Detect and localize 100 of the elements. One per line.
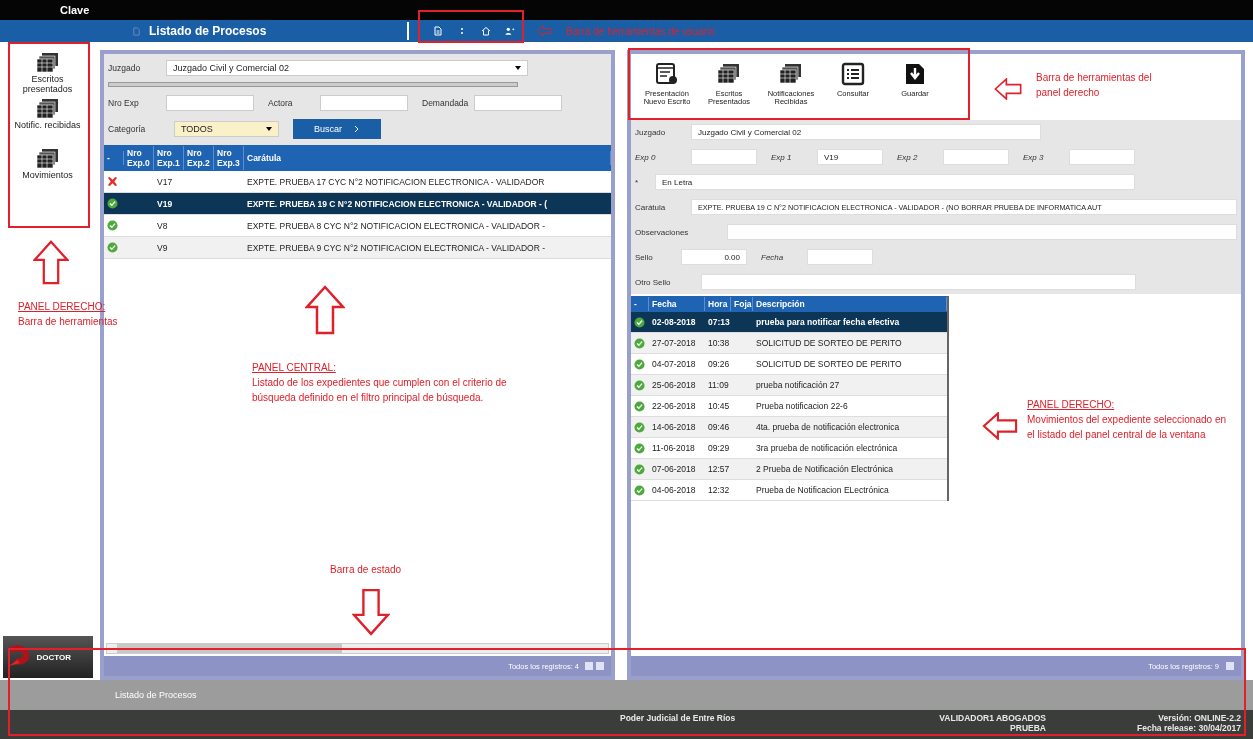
table-icon (35, 148, 60, 170)
table-cell-text: 12:32 (707, 485, 731, 495)
column-header[interactable]: - (631, 297, 649, 311)
field-label: Categoría (108, 124, 147, 134)
table-cell-text: 4ta. prueba de notificación electronica (755, 422, 901, 432)
annotation-heading: PANEL DERECHO: (1027, 398, 1115, 412)
column-header[interactable]: - (104, 151, 124, 165)
annotation-text: Barra de herramientas del panel derecho (1036, 71, 1153, 100)
table-icon (35, 98, 60, 120)
table-cell-text: 11-06-2018 (651, 443, 696, 453)
table-cell-text: 22-06-2018 (651, 401, 697, 411)
column-header[interactable]: Hora (705, 297, 731, 311)
table-cell-text: 11:09 (707, 380, 730, 390)
field-label: Otro Sello (635, 277, 672, 287)
table-cell-text: 3ra prueba de notificación electrónica (755, 443, 899, 453)
check-icon (634, 484, 645, 496)
annotation-text: Barra de herramientas (18, 315, 118, 329)
annotation-text: Movimientos del expediente seleccionado en el listado del panel central de la ventana (1027, 413, 1227, 442)
document-icon[interactable] (433, 26, 443, 36)
check-icon (634, 463, 645, 475)
column-header[interactable]: Nro Exp.1 (154, 146, 184, 170)
download-icon (903, 62, 927, 86)
home-icon[interactable] (481, 26, 491, 36)
date-field[interactable] (807, 249, 873, 265)
table-row[interactable]: 25-06-2018 11:09 prueba notificación 27 (631, 375, 947, 396)
version-text: Versión: ONLINE-2.2 (1158, 713, 1241, 723)
check-icon (634, 358, 645, 370)
table-icon (779, 62, 803, 86)
table-row[interactable]: 02-08-2018 07:13 prueba para notificar fecha efectiva (631, 312, 947, 333)
input-field[interactable]: 0.00 (681, 249, 747, 265)
field-label: Exp 3 (1023, 152, 1045, 162)
field-label: Actora (268, 98, 294, 108)
column-header[interactable]: Nro Exp.3 (214, 146, 244, 170)
table-row[interactable]: 14-06-2018 09:46 4ta. prueba de notificación electronica (631, 417, 947, 438)
release-date: Fecha release: 30/04/2017 (1137, 723, 1241, 733)
check-icon (634, 316, 645, 328)
field-label: Observaciones (635, 227, 690, 237)
table-row[interactable]: V19 EXPTE. PRUEBA 19 C N°2 NOTIFICACION ELECTRONICA - VALIDADOR - ( (104, 193, 611, 215)
column-header[interactable]: Fecha (649, 297, 705, 311)
column-header[interactable]: Nro Exp.2 (184, 146, 214, 170)
field-label: Juzgado (635, 127, 667, 137)
table-cell-text: 27-07-2018 (651, 338, 697, 348)
check-icon (107, 220, 118, 231)
input-field[interactable] (691, 149, 757, 165)
organization-name: Poder Judicial de Entre Ríos (620, 713, 736, 723)
table-cell-text: Prueba de Notificacion ELectrónica (755, 485, 890, 495)
export-icon[interactable] (1225, 661, 1235, 671)
table-row[interactable]: V9 EXPTE. PRUEBA 9 CYC N°2 NOTIFICACION ELECTRONICA - VALIDADOR - (104, 237, 611, 259)
table-cell-text: 25-06-2018 (651, 380, 697, 390)
check-icon (634, 337, 645, 349)
column-header[interactable]: Carátula (244, 151, 611, 165)
page-icon (132, 26, 141, 36)
check-icon (634, 400, 645, 412)
input-field[interactable] (474, 95, 562, 111)
input-field[interactable] (166, 95, 254, 111)
table-row[interactable]: 04-06-2018 12:32 Prueba de Notificacion ELectrónica (631, 480, 947, 501)
field-label: Fecha (761, 252, 785, 262)
caret-icon (515, 66, 521, 70)
table-cell-text: EXPTE. PRUEBA 19 C N°2 NOTIFICACION ELECTRONICA - VALIDADOR - ( (246, 198, 549, 209)
table-cell-text: V8 (156, 220, 169, 231)
table-cell-text: SOLICITUD DE SORTEO DE PERITO (755, 359, 903, 369)
user-icon[interactable] (505, 26, 515, 36)
table-icon (717, 62, 741, 86)
field-label: Exp 0 (635, 152, 657, 162)
table-cell-text: 2 Prueba de Notificación Electrónica (755, 464, 895, 474)
input-field[interactable] (701, 274, 1136, 290)
field-label: Demandada (422, 98, 470, 108)
input-field[interactable]: En Letra (655, 174, 1135, 190)
input-field[interactable]: Juzgado Civil y Comercial 02 (691, 124, 1041, 140)
table-cell-text: 10:45 (707, 401, 731, 411)
input-field[interactable] (1069, 149, 1135, 165)
check-icon (634, 421, 645, 433)
column-header[interactable]: Nro Exp.0 (124, 146, 154, 170)
column-header[interactable]: Descripción (753, 297, 947, 311)
table-row[interactable]: 07-06-2018 12:57 2 Prueba de Notificación Electrónica (631, 459, 947, 480)
sidebar-button[interactable]: Movimientos (6, 146, 89, 182)
footer-label: Listado de Procesos (115, 690, 197, 700)
sidebar-button[interactable]: Notific. recibidas (6, 96, 89, 132)
table-cell-text: 04-06-2018 (651, 485, 697, 495)
scrollbar[interactable] (106, 643, 609, 654)
check-icon (107, 242, 118, 253)
input-field[interactable] (727, 224, 1237, 240)
user-name: VALIDADOR1 ABOGADOS (939, 713, 1046, 723)
sidebar-button[interactable]: Escritos presentados (6, 50, 89, 96)
down-arrow (352, 588, 390, 636)
search-button[interactable]: Buscar (293, 119, 381, 139)
input-field[interactable] (943, 149, 1009, 165)
category-select[interactable]: TODOS (174, 121, 279, 137)
input-field[interactable]: V19 (817, 149, 883, 165)
table-cell-text: EXPTE. PRUEBA 17 CYC N°2 NOTIFICACION ELECTRONICA - VALIDADOR (246, 176, 546, 187)
court-select[interactable]: Juzgado Civil y Comercial 02 (166, 60, 528, 76)
table-row[interactable]: 27-07-2018 10:38 SOLICITUD DE SORTEO DE PERITO (631, 333, 947, 354)
column-header[interactable]: Foja (731, 297, 753, 311)
check-icon (634, 379, 645, 391)
export-icon[interactable] (585, 661, 605, 671)
up-arrow (33, 240, 69, 285)
input-field[interactable] (320, 95, 408, 111)
table-cell-text: prueba para notificar fecha efectiva (755, 317, 901, 327)
table-cell-text: 02-08-2018 (651, 317, 697, 327)
annotation-text: Barra de estado (330, 563, 402, 577)
